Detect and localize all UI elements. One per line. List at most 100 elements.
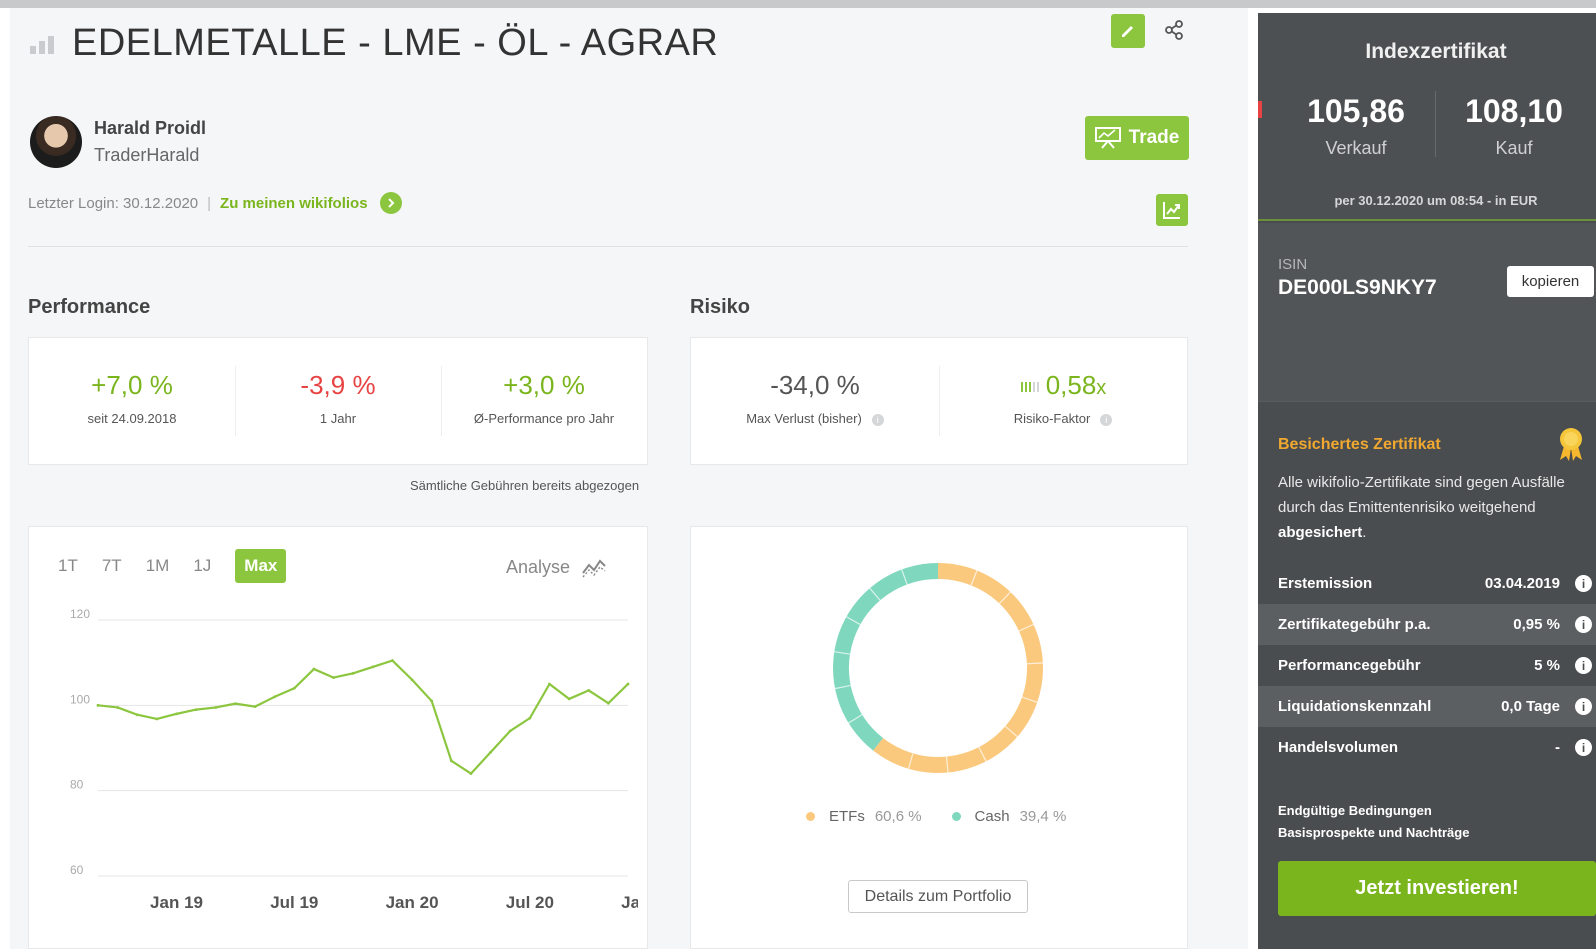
fact-label: Erstemission [1278, 575, 1373, 592]
info-icon[interactable]: i [1575, 698, 1592, 715]
y-tick-label: 60 [70, 863, 84, 877]
analyse-button[interactable]: Analyse [506, 557, 606, 578]
chart-compare-button[interactable] [1156, 194, 1188, 226]
author-block: Harald Proidl TraderHarald [30, 116, 206, 168]
analyse-label: Analyse [506, 557, 571, 577]
info-icon[interactable]: i [1575, 575, 1592, 592]
info-icon[interactable]: i [1100, 413, 1113, 426]
pencil-icon [1122, 26, 1133, 37]
fact-performance-fee: Performancegebühr 5 % i [1258, 645, 1596, 686]
kpi-value-row: 0,58x [939, 370, 1187, 401]
secured-text-end: . [1362, 524, 1367, 541]
data-point [391, 659, 394, 662]
sell-price: 105,86 Verkauf [1266, 93, 1446, 159]
kpi-max-loss: -34,0 % Max Verlust (bisher) i [691, 338, 939, 464]
analysis-chart-icon [582, 558, 606, 577]
data-point [606, 701, 610, 705]
edit-button[interactable] [1111, 14, 1145, 48]
data-point [155, 717, 159, 721]
document-links: Endgültige Bedingungen Basisprospekte un… [1278, 800, 1469, 844]
info-icon[interactable]: i [871, 413, 884, 426]
donut-legend: ETFs 60,6 % Cash 39,4 % [806, 808, 1096, 825]
my-wikifolios-link[interactable]: Zu meinen wikifolios [220, 195, 368, 212]
risk-factor-value: 0,58 [1045, 370, 1097, 400]
data-point [351, 671, 355, 675]
invest-now-button[interactable]: Jetzt investieren! [1278, 861, 1596, 916]
arrow-right-icon[interactable] [379, 192, 402, 214]
author-name[interactable]: Harald Proidl [94, 118, 206, 139]
legend-label: ETFs [829, 808, 865, 825]
main-content: EDELMETALLE - LME - ÖL - AGRAR Harald Pr… [10, 8, 1248, 949]
trade-button[interactable]: Trade [1085, 116, 1189, 160]
portfolio-details-button[interactable]: Details zum Portfolio [848, 880, 1028, 913]
data-point [116, 706, 120, 709]
medal-icon [1560, 428, 1582, 461]
data-point [273, 695, 277, 699]
isin-label: ISIN [1278, 256, 1308, 273]
copy-isin-button[interactable]: kopieren [1507, 266, 1594, 297]
secured-text-body: Alle wikifolio-Zertifikate sind gegen Au… [1278, 474, 1565, 516]
kpi-label-row: Risiko-Faktor i [939, 411, 1187, 426]
kpi-value: -3,9 % [300, 370, 376, 400]
kpi-label: seit 24.09.2018 [87, 411, 177, 426]
legend-label: Cash [974, 808, 1010, 825]
divider [28, 246, 1188, 247]
data-point [292, 686, 296, 690]
risk-factor-suffix: x [1096, 377, 1107, 399]
x-tick-label: Jul 20 [506, 893, 554, 912]
sell-price-label: Verkauf [1325, 138, 1387, 158]
data-point [194, 708, 198, 711]
data-point [469, 772, 473, 775]
data-point [234, 702, 237, 706]
donut-slice-etfs [873, 563, 1043, 773]
tab-max[interactable]: Max [235, 549, 287, 583]
risk-card: -34,0 % Max Verlust (bisher) i 0,58x Risi… [690, 337, 1188, 465]
top-border [0, 0, 1596, 8]
sell-price-value: 105,86 [1307, 93, 1405, 129]
risk-gauge-icon [1020, 382, 1039, 393]
tab-7t[interactable]: 7T [102, 556, 122, 576]
fact-value: - [1555, 739, 1560, 756]
kpi-since-start: +7,0 % seit 24.09.2018 [29, 338, 235, 464]
final-terms-link[interactable]: Endgültige Bedingungen [1278, 800, 1469, 822]
share-button[interactable] [1160, 16, 1188, 44]
indicator-tab [1258, 101, 1262, 118]
donut-tick [1026, 662, 1043, 665]
data-point [489, 750, 492, 754]
data-point [96, 703, 100, 707]
kpi-label: Ø-Performance pro Jahr [473, 411, 615, 426]
data-point [587, 689, 591, 692]
y-tick-label: 100 [70, 692, 90, 706]
legend-dot-etfs [806, 812, 815, 821]
login-separator: | [207, 194, 212, 212]
data-point [410, 678, 414, 682]
tab-1m[interactable]: 1M [146, 556, 170, 576]
data-point [312, 667, 316, 671]
legend-percent: 39,4 % [1019, 808, 1067, 825]
info-icon[interactable]: i [1575, 739, 1592, 756]
fact-label: Liquidationskennzahl [1278, 698, 1432, 715]
prospectus-link[interactable]: Basisprospekte und Nachträge [1278, 822, 1469, 844]
tab-1j[interactable]: 1J [193, 556, 211, 576]
trend-chart-icon [1163, 202, 1180, 219]
certificate-sidebar: Indexzertifikat 105,86 Verkauf 108,10 Ka… [1258, 13, 1596, 949]
kpi-label: Risiko-Faktor [1013, 411, 1091, 426]
kpi-avg-year: +3,0 % Ø-Performance pro Jahr [441, 338, 647, 464]
legend-item-cash: Cash 39,4 % [951, 808, 1067, 825]
fact-value: 5 % [1534, 657, 1560, 674]
fact-value: 0,95 % [1513, 616, 1560, 633]
x-tick-label: Jan 20 [386, 893, 439, 912]
data-point [430, 699, 434, 703]
data-point [449, 759, 453, 763]
performance-heading: Performance [28, 296, 151, 318]
info-icon[interactable]: i [1575, 657, 1592, 674]
bar-chart-icon [30, 34, 58, 54]
kpi-label-row: Max Verlust (bisher) i [691, 411, 939, 426]
info-icon[interactable]: i [1575, 616, 1592, 633]
legend-percent: 60,6 % [874, 808, 922, 825]
x-tick-label: Jan 21 [621, 893, 638, 912]
kpi-label: Max Verlust (bisher) [746, 411, 862, 426]
kpi-value: +7,0 % [91, 370, 173, 400]
tab-1t[interactable]: 1T [58, 556, 78, 576]
avatar[interactable] [30, 116, 82, 168]
